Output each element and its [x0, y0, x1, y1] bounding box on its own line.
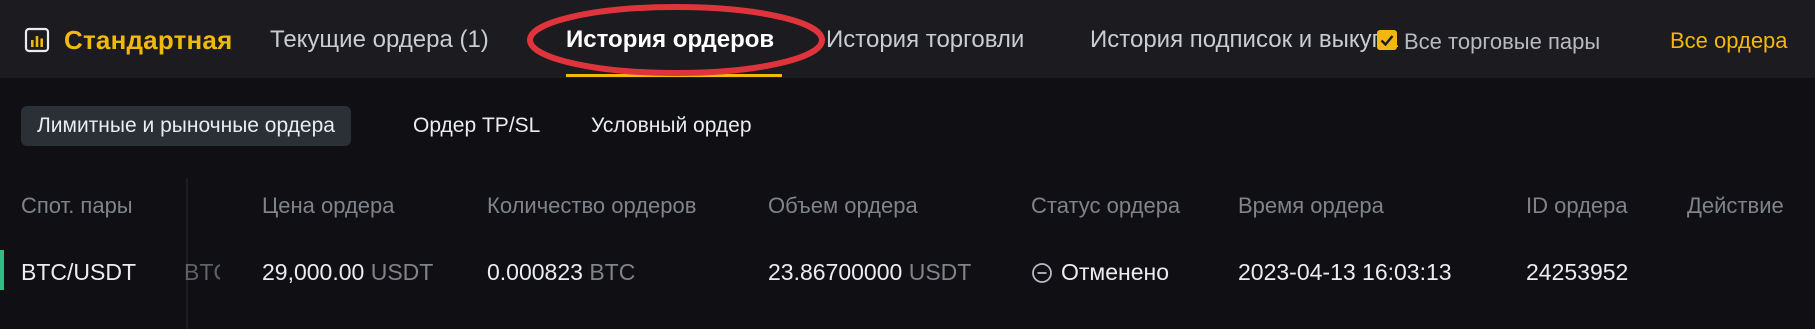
cell-volume: 23.86700000 USDT — [768, 259, 971, 286]
chart-bars-icon — [24, 27, 50, 53]
subtab-tp-sl[interactable]: Ордер TP/SL — [397, 106, 556, 146]
mode-label: Стандартная — [64, 24, 233, 55]
scrolled-cell-fragment: BTC — [184, 259, 220, 285]
tab-order-history[interactable]: История ордеров — [566, 26, 774, 54]
checkmark-icon — [1380, 35, 1394, 47]
active-tab-underline — [566, 74, 782, 77]
tab-subscription-history[interactable]: История подписок и выкупа — [1090, 26, 1398, 54]
price-unit: USDT — [370, 259, 434, 285]
row-side-indicator — [0, 250, 4, 290]
cell-price: 29,000.00 USDT — [262, 259, 433, 286]
all-orders-link[interactable]: Все ордера — [1670, 28, 1788, 54]
orders-header-bar: Стандартная Текущие ордера (1) История о… — [0, 0, 1815, 78]
col-header-action: Действие — [1687, 193, 1784, 218]
tab-trade-history[interactable]: История торговли — [826, 26, 1024, 54]
col-header-pair: Спот. пары — [21, 193, 133, 218]
mode-selector[interactable]: Стандартная — [24, 23, 232, 57]
col-header-id: ID ордера — [1526, 193, 1628, 218]
cell-id: 24253952 — [1526, 259, 1629, 285]
frozen-column-divider — [186, 178, 188, 329]
price-value: 29,000.00 — [262, 259, 365, 285]
col-header-status: Статус ордера — [1031, 193, 1181, 218]
cell-amount: 0.000823 BTC — [487, 259, 635, 286]
tab-open-orders[interactable]: Текущие ордера (1) — [270, 26, 489, 54]
col-header-time: Время ордера — [1238, 193, 1384, 218]
canceled-icon — [1032, 263, 1052, 283]
status-text: Отменено — [1061, 259, 1170, 285]
all-pairs-checkbox[interactable] — [1377, 30, 1397, 50]
cell-pair[interactable]: BTC/USDT — [21, 259, 136, 286]
all-pairs-label: Все торговые пары — [1404, 29, 1601, 54]
subtab-limit-market[interactable]: Лимитные и рыночные ордера — [21, 106, 351, 146]
amount-value: 0.000823 — [487, 259, 583, 285]
amount-unit: BTC — [589, 259, 636, 285]
cell-status: Отменено — [1031, 259, 1169, 286]
col-header-amount: Количество ордеров — [487, 193, 697, 218]
volume-unit: USDT — [908, 259, 972, 285]
subtab-conditional[interactable]: Условный ордер — [575, 106, 768, 146]
col-header-price: Цена ордера — [262, 193, 395, 218]
cell-time: 2023-04-13 16:03:13 — [1238, 259, 1452, 285]
volume-value: 23.86700000 — [768, 259, 903, 285]
col-header-volume: Объем ордера — [768, 193, 918, 218]
